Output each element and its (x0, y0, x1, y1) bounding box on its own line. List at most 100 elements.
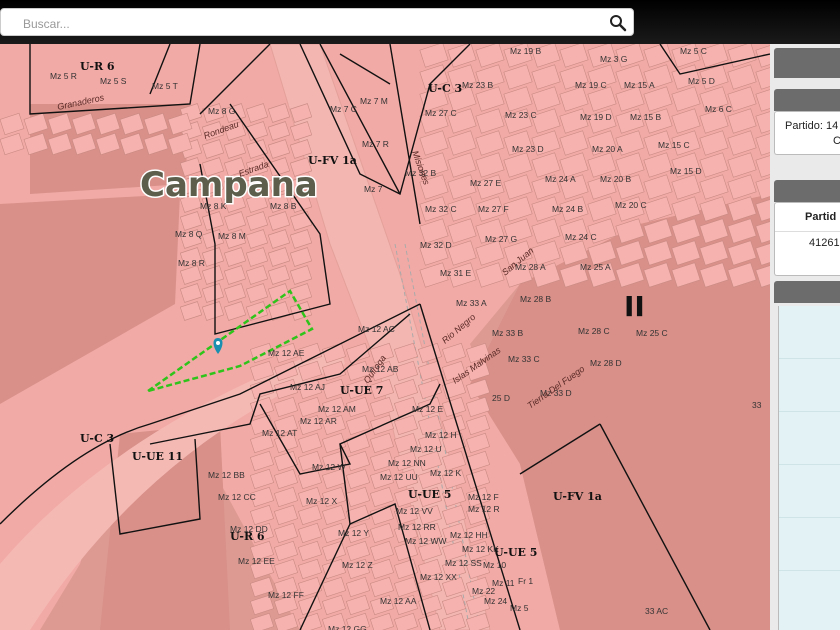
block-label: Mz 12 AT (262, 428, 297, 438)
block-label: Mz 12 DD (230, 524, 268, 534)
block-label: Mz 12 KK (462, 544, 499, 554)
block-label: Mz 23 D (512, 144, 544, 154)
block-label: Mz 12 WW (405, 536, 447, 546)
block-label: Mz 24 C (565, 232, 597, 242)
block-label: Mz 12 UU (380, 472, 418, 482)
block-label: Mz 12 AR (300, 416, 337, 426)
block-label: Mz 12 RR (398, 522, 436, 532)
search-icon (610, 15, 627, 32)
block-label: Mz 5 (510, 603, 529, 613)
zone-label: U-UE 11 (132, 450, 183, 463)
block-label: Mz 8 K (200, 201, 227, 211)
block-label: Mz 12 AE (268, 348, 305, 358)
block-label: Mz 12 AM (318, 404, 356, 414)
city-label: Campana (140, 165, 318, 205)
block-label: Mz 15 B (630, 112, 662, 122)
block-label: Fr 1 (518, 576, 533, 586)
panel-header-2[interactable] (774, 89, 840, 111)
block-label: Mz 12 NN (388, 458, 426, 468)
top-bar (0, 0, 840, 44)
block-label: Mz 12 VV (396, 506, 433, 516)
block-label: Mz 32 D (420, 240, 452, 250)
block-label: Mz 5 R (50, 71, 77, 81)
block-label: Mz 3 G (600, 54, 627, 64)
roman-two-label: II (624, 290, 645, 323)
block-label: Mz 12 GG (328, 624, 367, 630)
block-label: Mz 12 K (430, 468, 462, 478)
map-label-33ac: 33 AC (645, 606, 668, 616)
block-label: Mz 12 F (468, 492, 499, 502)
search-box[interactable] (0, 8, 634, 36)
block-label: Mz 12 AA (380, 596, 417, 606)
block-label: Mz 12 BB (208, 470, 245, 480)
search-input[interactable] (21, 13, 605, 35)
block-label: Mz 12 FF (268, 590, 304, 600)
block-label: Mz 27 E (470, 178, 502, 188)
block-label: Mz 12 X (306, 496, 338, 506)
block-label: Mz 28 B (520, 294, 552, 304)
block-label: Mz 23 C (505, 110, 537, 120)
map-label-25d: 25 D (492, 393, 510, 403)
map-label-33: 33 (752, 400, 762, 410)
block-label: Mz 12 R (468, 504, 500, 514)
block-label: Mz 5 D (688, 76, 715, 86)
block-label: Mz 5 T (152, 81, 178, 91)
block-label: Mz 12 AC (358, 324, 395, 334)
block-label: Mz 24 B (552, 204, 584, 214)
block-label: Mz 12 H (425, 430, 457, 440)
block-label: Mz 12 XX (420, 572, 457, 582)
block-label: Mz 28 C (578, 326, 610, 336)
block-label: Mz 20 B (600, 174, 632, 184)
block-label: Mz 15 D (670, 166, 702, 176)
block-label: Mz 8 Q (175, 229, 203, 239)
zone-label: U-R 6 (80, 60, 115, 73)
block-label: Mz 8 G (208, 106, 235, 116)
block-label: Mz 7 M (360, 96, 388, 106)
block-label: Mz 12 Y (338, 528, 369, 538)
block-label: Mz 12 E (412, 404, 444, 414)
block-label: Mz 24 (484, 596, 507, 606)
block-label: Mz 12 AJ (290, 382, 325, 392)
block-label: Mz 8 M (218, 231, 246, 241)
block-label: Mz 12 CC (218, 492, 256, 502)
block-label: Mz 19 B (510, 46, 542, 56)
map-view[interactable]: Campana U-R 6 U-C 3 U-FV 1a U-UE 7 U-C 3 U-UE… (0, 44, 770, 630)
zone-label: U-C 3 (428, 82, 462, 95)
block-label: Mz 12 SS (445, 558, 482, 568)
block-label: Mz 27 F (478, 204, 509, 214)
zone-label: U-UE 7 (340, 384, 383, 397)
block-label: Mz 15 A (624, 80, 655, 90)
block-label: Mz 27 C (425, 108, 457, 118)
zone-label: U-FV 1a (308, 154, 357, 167)
zone-label: U-UE 5 (494, 546, 537, 559)
block-label: Mz 5 S (100, 76, 127, 86)
block-label: Mz 10 (483, 560, 506, 570)
block-label: Mz 15 C (658, 140, 690, 150)
block-label: Mz 32 C (425, 204, 457, 214)
panel-header-1[interactable] (774, 48, 840, 78)
block-label: Mz 7 (364, 184, 383, 194)
block-label: Mz 19 D (580, 112, 612, 122)
block-label: Mz 23 B (462, 80, 494, 90)
panel-header-4[interactable] (774, 281, 840, 303)
block-label: Mz 12 W (312, 462, 346, 472)
panel-content-area (778, 306, 840, 630)
zone-label: U-UE 5 (408, 488, 451, 501)
block-label: Mz 6 C (705, 104, 732, 114)
search-button[interactable] (607, 12, 629, 34)
block-label: Mz 25 C (636, 328, 668, 338)
block-label: Mz 7 R (362, 139, 389, 149)
info-panel: Partido: 14 C Partid 41261 (770, 44, 840, 630)
block-label: Mz 20 A (592, 144, 623, 154)
panel-table: Partid 41261 (774, 202, 840, 276)
panel-header-3[interactable] (774, 180, 840, 202)
block-label: Mz 8 R (178, 258, 205, 268)
block-label: Mz 8 B (270, 201, 297, 211)
block-label: Mz 25 A (580, 262, 611, 272)
table-cell: 41261 (775, 231, 840, 249)
block-label: Mz 20 C (615, 200, 647, 210)
block-label: Mz 22 (472, 586, 495, 596)
zone-label: U-FV 1a (553, 490, 602, 503)
block-label: Mz 12 Z (342, 560, 373, 570)
map-canvas[interactable]: Campana U-R 6 U-C 3 U-FV 1a U-UE 7 U-C 3 U-UE… (0, 44, 770, 630)
